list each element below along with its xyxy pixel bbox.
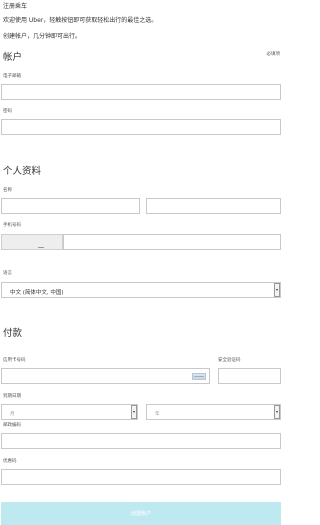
payment-section-title: 付款 xyxy=(3,328,23,339)
language-value: 中文 (简体中文, 中国) xyxy=(10,290,64,296)
year-dropdown-button[interactable] xyxy=(274,405,280,419)
promo-code-field[interactable] xyxy=(1,469,281,485)
profile-section-title: 个人资料 xyxy=(3,166,42,177)
language-label: 语言 xyxy=(3,271,12,276)
year-placeholder: 年 xyxy=(155,412,160,417)
required-note: 必填项 xyxy=(266,52,281,57)
phone-field[interactable] xyxy=(63,234,281,250)
month-placeholder: 月 xyxy=(10,412,15,417)
chevron-down-icon xyxy=(133,411,135,413)
chevron-down-icon xyxy=(276,289,278,291)
expiry-label: 到期日期 xyxy=(3,394,21,399)
password-field[interactable] xyxy=(1,119,281,135)
create-account-button-label: 创建帐户 xyxy=(130,511,151,517)
card-number-field[interactable] xyxy=(1,368,210,384)
postal-code-label: 邮政编码 xyxy=(3,423,21,428)
expiry-year-select[interactable]: 年 xyxy=(146,404,281,420)
welcome-text: 欢迎使用 Uber，轻触按钮即可获取轻松出行的最佳之选。 xyxy=(3,17,158,24)
password-label: 密码 xyxy=(3,109,12,114)
phone-label: 手机号码 xyxy=(3,223,21,228)
last-name-field[interactable] xyxy=(146,198,281,214)
chevron-down-icon xyxy=(276,411,278,413)
postal-code-field[interactable] xyxy=(1,433,281,449)
language-dropdown-button[interactable] xyxy=(274,283,280,297)
create-account-text: 创建帐户，几分钟即可出行。 xyxy=(3,33,82,40)
month-dropdown-button[interactable] xyxy=(131,405,137,419)
phone-country-selector[interactable] xyxy=(1,234,63,250)
language-select[interactable]: 中文 (简体中文, 中国) xyxy=(1,282,281,298)
page-title: 注册乘车 xyxy=(3,3,28,10)
flag-icon xyxy=(38,247,44,248)
card-number-label: 信用卡号码 xyxy=(3,358,26,363)
cvv-field[interactable] xyxy=(218,368,281,384)
expiry-month-select[interactable]: 月 xyxy=(1,404,138,420)
first-name-field[interactable] xyxy=(1,198,140,214)
credit-card-icon xyxy=(192,373,206,380)
create-account-button[interactable]: 创建帐户 xyxy=(1,502,281,525)
account-section-title: 帐户 xyxy=(3,52,23,63)
email-field[interactable] xyxy=(1,84,281,100)
name-label: 名称 xyxy=(3,188,12,193)
promo-code-label: 优惠码 xyxy=(3,459,17,464)
cvv-label: 安全验证码 xyxy=(218,358,241,363)
email-label: 电子邮箱 xyxy=(3,74,21,79)
